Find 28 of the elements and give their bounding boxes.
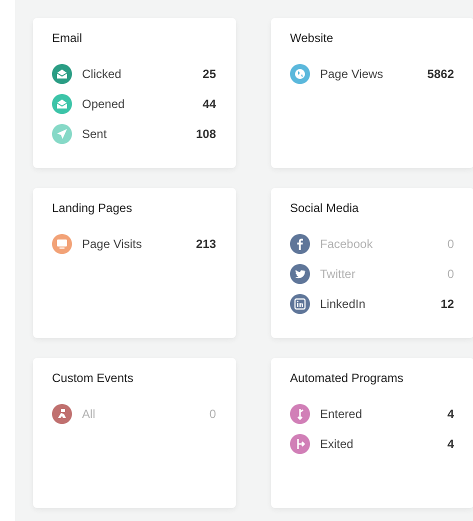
metric-value: 44 (202, 97, 216, 111)
metric-label: Page Visits (82, 237, 143, 251)
metric-value: 5862 (427, 67, 454, 81)
metric-label: Page Views (320, 67, 384, 81)
metric-value: 0 (447, 237, 454, 251)
metric-label: Sent (82, 127, 108, 141)
metric-label: All (82, 407, 96, 421)
card-title: Website (290, 31, 334, 45)
metric-label: LinkedIn (320, 297, 366, 311)
metric-value: 25 (202, 67, 216, 81)
metric-value: 0 (447, 267, 454, 281)
metric-value: 12 (440, 297, 454, 311)
metric-label: Exited (320, 437, 354, 451)
metric-label: Twitter (320, 267, 356, 281)
card-title: Custom Events (52, 371, 134, 385)
card-title: Landing Pages (52, 201, 134, 215)
metric-value: 0 (209, 407, 216, 421)
metric-value: 4 (447, 437, 454, 451)
metric-label: Opened (82, 97, 126, 111)
metric-label: Facebook (320, 237, 374, 251)
metric-value: 4 (447, 407, 454, 421)
card-title: Email (52, 31, 84, 45)
card-title: Automated Programs (290, 371, 404, 385)
metric-label: Entered (320, 407, 364, 421)
metric-value: 213 (196, 237, 216, 251)
metric-label: Clicked (82, 67, 122, 81)
metric-value: 108 (196, 127, 216, 141)
card-title: Social Media (290, 201, 360, 215)
